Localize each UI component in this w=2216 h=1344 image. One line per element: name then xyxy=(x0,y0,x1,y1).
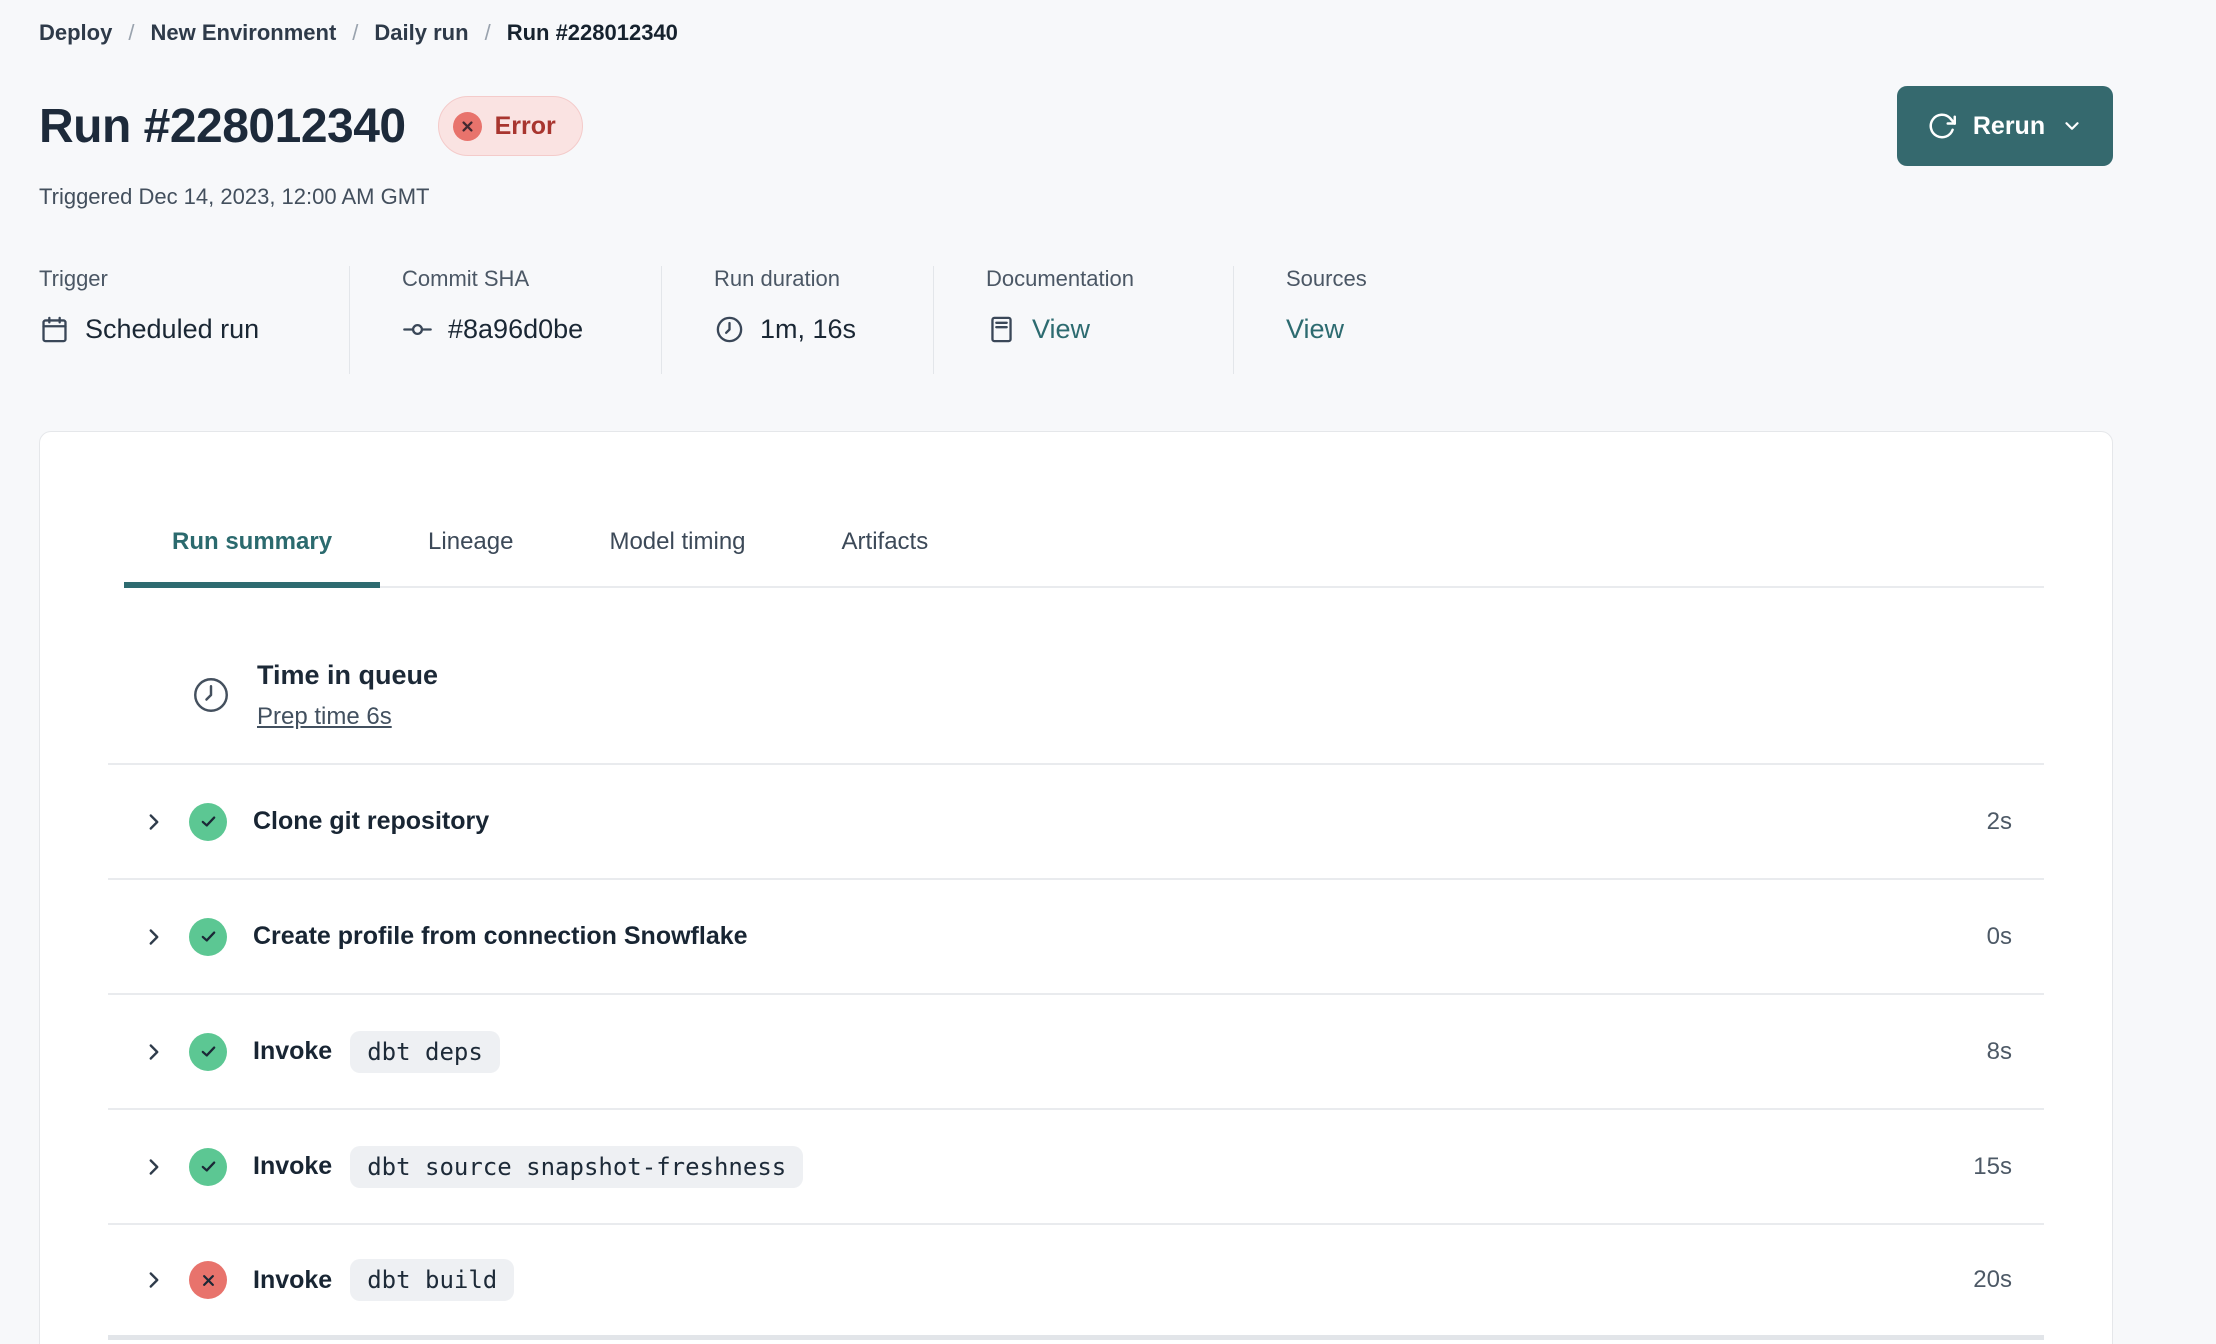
tab-lineage[interactable]: Lineage xyxy=(380,528,561,588)
run-metadata: Trigger Scheduled run Commit SHA #8a96d0… xyxy=(39,266,2113,374)
meta-duration-label: Run duration xyxy=(714,266,840,291)
breadcrumb: Deploy / New Environment / Daily run / R… xyxy=(39,16,2113,50)
command-chip: dbt build xyxy=(350,1259,515,1301)
step-row-dbt-build[interactable]: Invoke dbt build 20s xyxy=(108,1225,2044,1340)
error-circle-icon xyxy=(452,111,482,141)
tab-artifacts[interactable]: Artifacts xyxy=(794,528,977,588)
success-check-icon xyxy=(189,917,227,956)
calendar-icon xyxy=(39,314,70,345)
step-row-clone-git-repository[interactable]: Clone git repository 2s xyxy=(108,765,2044,880)
time-in-queue-section: Time in queue Prep time 6s xyxy=(108,588,2044,731)
git-commit-icon xyxy=(402,314,433,345)
time-in-queue-title: Time in queue xyxy=(257,660,439,690)
rerun-button[interactable]: Rerun xyxy=(1897,86,2113,166)
meta-trigger-value: Scheduled run xyxy=(85,314,260,344)
tab-model-timing[interactable]: Model timing xyxy=(561,528,793,588)
chevron-right-icon xyxy=(141,1039,167,1065)
breadcrumb-deploy[interactable]: Deploy xyxy=(39,20,112,46)
rerun-button-label: Rerun xyxy=(1972,111,2046,140)
meta-duration-value: 1m, 16s xyxy=(760,314,857,344)
step-title: Clone git repository xyxy=(253,807,490,835)
triggered-timestamp: Triggered Dec 14, 2023, 12:00 AM GMT xyxy=(39,184,430,209)
meta-sources: Sources View xyxy=(1233,266,1367,374)
meta-trigger-label: Trigger xyxy=(39,266,108,291)
breadcrumb-job[interactable]: Daily run xyxy=(374,20,468,46)
step-title: Invoke xyxy=(253,1037,333,1065)
step-duration: 0s xyxy=(1986,922,2012,950)
chevron-right-icon xyxy=(141,1267,167,1293)
step-duration: 20s xyxy=(1973,1266,2012,1293)
chevron-right-icon xyxy=(141,924,167,950)
meta-trigger: Trigger Scheduled run xyxy=(39,266,349,374)
step-row-dbt-deps[interactable]: Invoke dbt deps 8s xyxy=(108,995,2044,1110)
document-icon xyxy=(986,314,1017,345)
meta-commit-label: Commit SHA xyxy=(402,266,530,291)
success-check-icon xyxy=(189,1147,227,1186)
success-check-icon xyxy=(189,1032,227,1071)
success-check-icon xyxy=(189,802,227,841)
header-row: Run #228012340 Error Rerun xyxy=(39,86,2113,166)
breadcrumb-separator: / xyxy=(352,20,359,45)
page-title: Run #228012340 xyxy=(39,99,406,153)
meta-run-duration: Run duration 1m, 16s xyxy=(661,266,933,374)
meta-documentation-label: Documentation xyxy=(986,266,1134,291)
run-summary-card: Run summary Lineage Model timing Artifac… xyxy=(39,431,2113,1344)
documentation-view-link[interactable]: View xyxy=(1032,314,1090,345)
step-duration: 2s xyxy=(1986,807,2012,835)
run-detail-screen: Deploy / New Environment / Daily run / R… xyxy=(0,0,2216,1344)
step-row-dbt-source-freshness[interactable]: Invoke dbt source snapshot-freshness 15s xyxy=(108,1110,2044,1225)
tab-bar: Run summary Lineage Model timing Artifac… xyxy=(124,528,2044,588)
step-row-create-profile[interactable]: Create profile from connection Snowflake… xyxy=(108,880,2044,995)
chevron-right-icon xyxy=(141,1154,167,1180)
breadcrumb-current-run: Run #228012340 xyxy=(506,20,678,45)
sources-view-link[interactable]: View xyxy=(1286,314,1344,345)
chevron-down-icon xyxy=(2061,115,2083,137)
command-chip: dbt source snapshot-freshness xyxy=(350,1145,804,1188)
refresh-icon xyxy=(1927,111,1957,141)
tab-run-summary[interactable]: Run summary xyxy=(124,528,381,588)
step-title: Invoke xyxy=(253,1152,333,1180)
error-x-icon xyxy=(189,1261,227,1299)
meta-documentation: Documentation View xyxy=(933,266,1233,374)
status-badge: Error xyxy=(437,96,583,156)
status-badge-label: Error xyxy=(494,111,556,140)
command-chip: dbt deps xyxy=(350,1030,500,1073)
meta-commit-value: #8a96d0be xyxy=(448,314,584,344)
breadcrumb-separator: / xyxy=(128,20,135,45)
step-title: Invoke xyxy=(253,1265,333,1294)
step-duration: 8s xyxy=(1986,1037,2012,1065)
chevron-right-icon xyxy=(141,809,167,835)
meta-sources-label: Sources xyxy=(1286,266,1367,291)
clock-icon xyxy=(714,314,745,345)
breadcrumb-separator: / xyxy=(484,20,491,45)
prep-time-link[interactable]: Prep time 6s xyxy=(257,703,392,731)
step-title: Create profile from connection Snowflake xyxy=(253,922,748,950)
breadcrumb-environment[interactable]: New Environment xyxy=(150,20,336,46)
meta-commit-sha: Commit SHA #8a96d0be xyxy=(349,266,661,374)
clock-icon xyxy=(190,674,232,716)
step-duration: 15s xyxy=(1973,1152,2012,1180)
